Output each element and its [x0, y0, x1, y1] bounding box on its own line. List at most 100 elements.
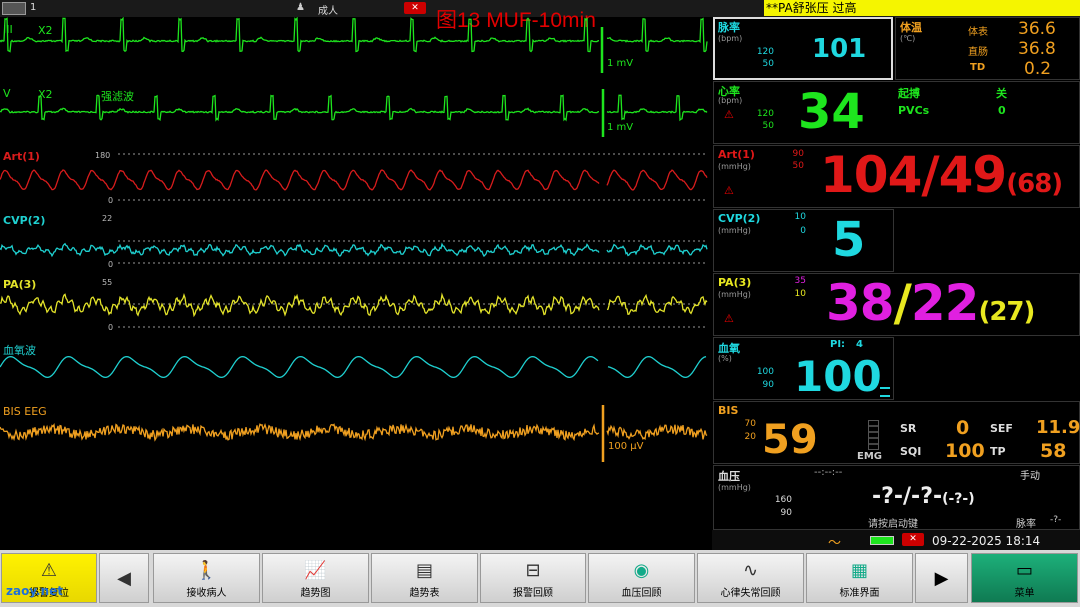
art-waveform: [0, 169, 708, 191]
wave-scale-top-pa: 55: [102, 278, 113, 287]
nibp-low-limit: 90: [780, 508, 792, 518]
art-alarm-bell-icon: ⚠: [724, 184, 734, 197]
temp-label: 体温: [900, 21, 922, 34]
arrow-left-icon: ◀: [117, 568, 131, 589]
art-unit: (mmHg): [718, 162, 751, 171]
trend-graph-button[interactable]: 📈 趋势图: [262, 553, 369, 603]
pi-label: PI:: [830, 339, 846, 350]
patient-icon: ♟: [296, 2, 305, 13]
standard-screen-button[interactable]: ▦ 标准界面: [806, 553, 913, 603]
trend-table-icon: ▤: [415, 560, 433, 581]
alarm-message[interactable]: **PA舒张压 过高: [764, 0, 1080, 16]
pa-slash: /: [893, 274, 912, 332]
wave-gain-v[interactable]: X2: [38, 88, 53, 101]
wave-scale-top-cvp: 22: [102, 214, 113, 223]
menu-icon: ▭: [1015, 560, 1033, 581]
spo2-low-limit: 90: [762, 380, 774, 390]
tp-label: TP: [990, 445, 1006, 458]
pa-unit: (mmHg): [718, 290, 751, 299]
hr-high-limit: 120: [756, 109, 774, 119]
wave-scale-bis: 100 μV: [608, 441, 644, 452]
pa-alarm-bell-icon: ⚠: [724, 312, 734, 325]
hr-alarm-bell-icon: ⚠: [724, 108, 734, 121]
pa-diastolic: 22: [910, 274, 980, 332]
bis-high-limit: 70: [744, 419, 756, 429]
temp-value-surface: 36.6: [1018, 19, 1056, 39]
cvp-low-limit: 0: [800, 226, 806, 236]
wave-scale-bottom-cvp: 0: [108, 260, 114, 269]
nibp-review-icon: ◉: [633, 560, 650, 581]
wave-label-v[interactable]: V: [3, 87, 11, 100]
bis-low-limit: 20: [744, 432, 756, 442]
cvp-unit: (mmHg): [718, 226, 751, 235]
monitor-icon: [2, 2, 26, 15]
wave-filter-v[interactable]: 强滤波: [101, 88, 134, 104]
hr-low-limit: 50: [762, 121, 774, 131]
sef-label: SEF: [990, 422, 1013, 435]
nibp-unit: (mmHg): [718, 483, 751, 492]
temp-name-td: TD: [970, 62, 986, 73]
sef-value: 11.9: [1036, 417, 1080, 438]
spo2-waveform: [0, 355, 707, 379]
menu-button[interactable]: ▭ 菜单: [971, 553, 1078, 603]
spo2-unit: (%): [718, 354, 732, 363]
art-label: Art(1): [718, 148, 755, 161]
arrhythmia-review-button[interactable]: ∿ 心律失常回顾: [697, 553, 804, 603]
wave-scale-bottom-pa: 0: [108, 323, 114, 332]
art-low-limit: 50: [792, 161, 804, 171]
nibp-time: --:--:--: [814, 467, 843, 478]
bis-label: BIS: [718, 404, 739, 417]
wave-label-pa[interactable]: PA(3): [3, 278, 36, 291]
pa-label: PA(3): [718, 276, 752, 289]
sqi-label: SQI: [900, 445, 922, 458]
wave-label-spo2[interactable]: 血氧波: [3, 342, 36, 358]
nibp-hint: 请按启动键: [868, 519, 918, 530]
art-reading: 104/49(68): [820, 146, 1063, 204]
art-systolic: 104: [820, 146, 922, 204]
datetime: 09-22-2025 18:14: [932, 534, 1041, 548]
battery-icon: [870, 536, 894, 545]
alarm-review-icon: ⊟: [525, 560, 541, 581]
cvp-value: 5: [832, 212, 866, 268]
art-mean: (68): [1006, 169, 1063, 199]
pvcs-label: PVCs: [898, 104, 930, 117]
wave-scale-top-art: 180: [95, 151, 111, 160]
sr-value: 0: [956, 417, 970, 439]
pa-mean: (27): [978, 297, 1035, 327]
art-slash: /: [921, 146, 939, 204]
patient-type[interactable]: 成人: [318, 2, 338, 17]
watermark: zaoy.net: [6, 584, 64, 598]
silence-icon[interactable]: ✕: [902, 533, 924, 546]
arrhythmia-review-icon: ∿: [742, 560, 759, 581]
nibp-pulse-value: -?-: [1050, 515, 1062, 525]
wave-gain-iii[interactable]: X2: [38, 24, 53, 37]
wave-label-iii[interactable]: III: [3, 23, 13, 36]
wave-label-art[interactable]: Art(1): [3, 150, 40, 163]
temp-name-surface: 体表: [968, 27, 988, 38]
nibp-review-button[interactable]: ◉ 血压回顾: [588, 553, 695, 603]
scroll-left-button[interactable]: ◀: [99, 553, 149, 603]
trend-graph-icon: 📈: [304, 560, 327, 581]
perfusion-bar-icon: [880, 387, 890, 397]
alarm-pause-icon[interactable]: ✕: [404, 2, 426, 14]
admit-patient-button[interactable]: 🚶 接收病人: [153, 553, 260, 603]
trend-table-button[interactable]: ▤ 趋势表: [371, 553, 478, 603]
wave-label-cvp[interactable]: CVP(2): [3, 214, 45, 227]
scroll-right-button[interactable]: ▶: [915, 553, 968, 603]
nibp-high-limit: 160: [774, 495, 792, 505]
emg-bar-icon: [868, 420, 879, 450]
temp-value-rectal: 36.8: [1018, 39, 1056, 59]
sr-label: SR: [900, 422, 917, 435]
bed-number: 1: [30, 2, 37, 13]
pa-reading: 38/22(27): [826, 274, 1035, 332]
standard-screen-icon: ▦: [850, 560, 868, 581]
nibp-pulse-label: 脉率: [1016, 519, 1036, 530]
pacer-label: 起搏: [898, 87, 920, 100]
nibp-label: 血压: [718, 470, 740, 483]
alarm-reset-icon: ⚠: [40, 560, 58, 581]
wave-scale-v: 1 mV: [607, 122, 634, 133]
tp-value: 58: [1040, 440, 1067, 462]
wave-label-bis[interactable]: BIS EEG: [3, 405, 47, 418]
hr-unit: (bpm): [718, 96, 743, 105]
alarm-review-button[interactable]: ⊟ 报警回顾: [480, 553, 586, 603]
